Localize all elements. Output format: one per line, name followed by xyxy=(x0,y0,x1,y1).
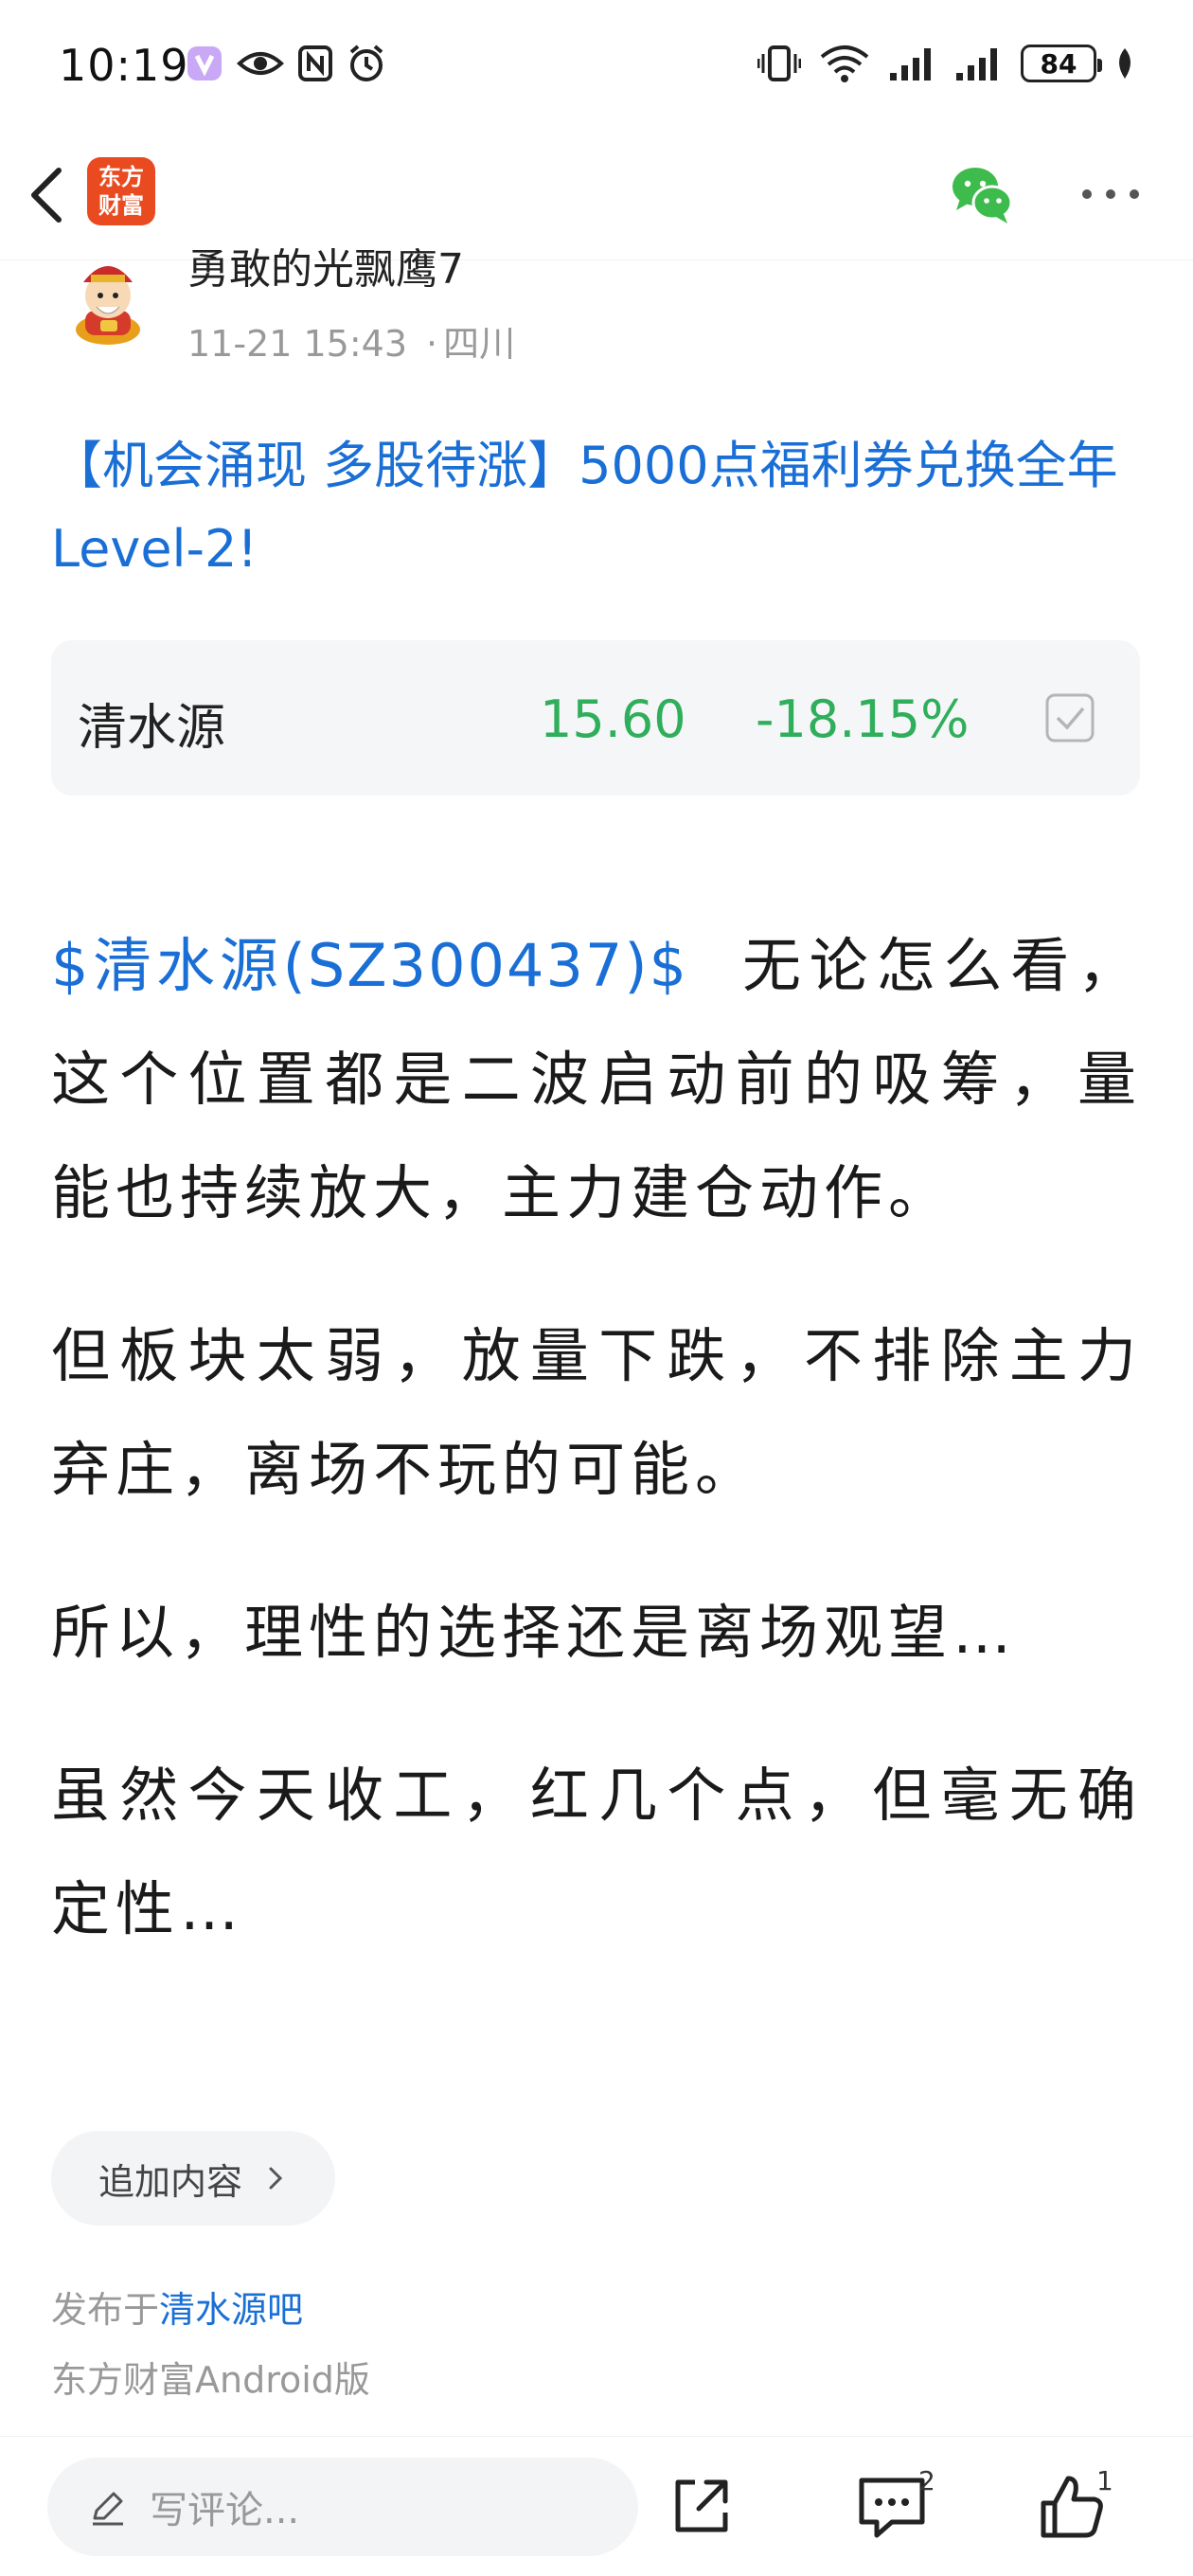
more-icon[interactable] xyxy=(1079,185,1142,204)
post-time: 11-21 15:43 xyxy=(187,323,408,365)
client-info: 东方财富Android版 xyxy=(51,2359,370,2401)
article-paragraph-2: 但板块太弱，放量下跌，不排除主力弃庄，离场不玩的可能。 xyxy=(51,1321,1142,1504)
pencil-icon xyxy=(93,2492,123,2526)
nav-bar: 东方 财富 xyxy=(0,133,1193,260)
chevron-right-icon xyxy=(269,2167,283,2190)
app-notification-icon xyxy=(187,46,222,80)
app-logo-line2: 财富 xyxy=(98,192,144,219)
vibrate-icon xyxy=(757,45,801,81)
post-location: 四川 xyxy=(443,323,516,365)
stock-change: -18.15% xyxy=(756,689,970,749)
eye-icon xyxy=(237,52,284,75)
status-icons-left xyxy=(186,44,386,83)
nfc-icon xyxy=(298,45,332,81)
add-watchlist-checkbox-icon[interactable] xyxy=(1043,691,1096,744)
app-logo-line1: 东方 xyxy=(98,164,144,190)
wechat-share-icon[interactable] xyxy=(949,161,1015,227)
status-bar: 10:19 84 xyxy=(0,0,1193,133)
app-logo[interactable]: 东方 财富 xyxy=(87,157,155,225)
stock-price: 15.60 xyxy=(540,689,686,749)
status-time: 10:19 xyxy=(59,40,189,91)
back-icon[interactable] xyxy=(19,157,76,233)
author-avatar[interactable] xyxy=(66,254,150,345)
comment-input[interactable]: 写评论... xyxy=(47,2458,638,2556)
article-paragraph-1: $清水源(SZ300437)$ 无论怎么看，这个位置都是二波启动前的吸筹，量能也… xyxy=(51,909,1142,1250)
author-name[interactable]: 勇敢的光飘鹰7 xyxy=(187,239,464,288)
meta-separator: · xyxy=(426,323,438,365)
comment-placeholder: 写评论... xyxy=(150,2489,300,2532)
battery-indicator: 84 xyxy=(1021,45,1102,82)
wifi-icon xyxy=(820,45,869,82)
signal-icon-1 xyxy=(890,48,931,80)
publish-info: 发布于清水源吧 xyxy=(51,2281,303,2333)
stock-card[interactable]: 清水源 15.60 -18.15% xyxy=(51,640,1140,796)
append-content-button[interactable]: 追加内容 xyxy=(51,2131,335,2226)
promo-link[interactable]: 【机会涌现 多股待涨】5000点福利券兑换全年Level-2! xyxy=(51,424,1149,591)
append-content-label: 追加内容 xyxy=(98,2160,243,2203)
stock-bar-link[interactable]: 清水源吧 xyxy=(159,2289,303,2331)
publish-prefix: 发布于 xyxy=(51,2289,160,2331)
article-body: $清水源(SZ300437)$ 无论怎么看，这个位置都是二波启动前的吸筹，量能也… xyxy=(51,909,1142,2015)
like-count-badge: 1 xyxy=(1096,2465,1113,2496)
article-paragraph-4: 虽然今天收工，红几个点，但毫无确定性… xyxy=(51,1761,1142,1943)
alarm-icon xyxy=(349,45,383,81)
leaf-icon xyxy=(1119,48,1131,79)
article-paragraph-3: 所以，理性的选择还是离场观望… xyxy=(51,1598,1018,1667)
post-meta: 11-21 15:43 · 四川 xyxy=(187,314,515,367)
comment-count-badge: 2 xyxy=(918,2465,935,2496)
status-icons-right: 84 xyxy=(757,44,1136,83)
signal-icon-2 xyxy=(956,48,997,80)
share-icon[interactable] xyxy=(667,2473,735,2541)
stock-tag-link[interactable]: $清水源(SZ300437)$ xyxy=(51,931,688,1000)
bottom-action-bar: 写评论... 2 1 xyxy=(0,2436,1193,2576)
stock-name: 清水源 xyxy=(78,700,226,757)
